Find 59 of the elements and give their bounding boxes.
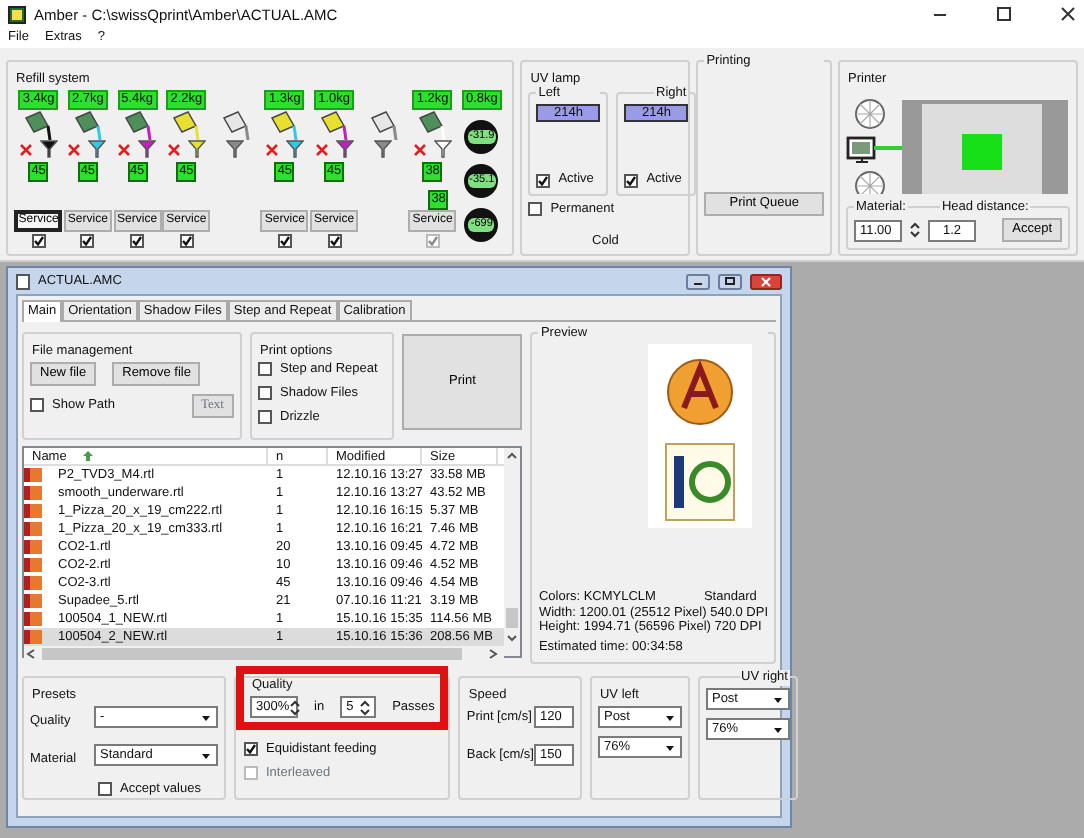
document-icon xyxy=(16,273,30,289)
checkbox[interactable] xyxy=(130,234,145,248)
checkbox[interactable] xyxy=(98,782,112,797)
checkbox[interactable] xyxy=(258,362,272,377)
checkbox[interactable] xyxy=(179,234,194,248)
file-icon xyxy=(24,486,42,501)
checkbox[interactable] xyxy=(528,202,543,217)
spin-arrows-icon[interactable] xyxy=(910,222,920,238)
error-x-icon xyxy=(413,143,426,155)
error-x-icon xyxy=(118,143,131,155)
checkmark-icon xyxy=(181,236,192,246)
checkbox[interactable] xyxy=(327,234,342,248)
error-x-icon xyxy=(167,143,180,155)
file-icon xyxy=(24,558,42,573)
minimize-icon[interactable] xyxy=(686,273,710,289)
error-x-icon xyxy=(265,143,278,155)
restore-icon[interactable] xyxy=(718,273,742,289)
maximize-icon[interactable] xyxy=(996,6,1012,22)
dropdown-caret-icon xyxy=(771,693,784,705)
file-icon xyxy=(24,540,42,555)
checkmark-icon xyxy=(626,175,637,186)
checkbox[interactable] xyxy=(536,173,551,188)
dropdown-caret-icon xyxy=(663,741,676,753)
checkmark-icon xyxy=(132,236,143,246)
checkmark-icon xyxy=(82,236,93,246)
checkbox[interactable] xyxy=(258,386,272,401)
error-x-icon xyxy=(315,143,328,155)
spin-arrows-icon[interactable] xyxy=(289,699,300,715)
checkmark-icon xyxy=(538,175,549,186)
close-icon[interactable] xyxy=(1060,6,1076,22)
file-icon xyxy=(24,612,42,627)
checkbox[interactable] xyxy=(31,234,46,248)
checkmark-icon xyxy=(246,744,256,755)
checkbox[interactable] xyxy=(277,234,292,248)
dropdown-caret-icon xyxy=(200,749,212,761)
checkbox[interactable] xyxy=(258,409,272,424)
file-icon xyxy=(24,504,42,519)
checkbox[interactable] xyxy=(80,234,95,248)
error-x-icon xyxy=(68,143,81,155)
checkmark-icon xyxy=(279,236,290,246)
vertical-scrollbar[interactable] xyxy=(504,448,521,657)
dropdown-caret-icon xyxy=(663,711,676,723)
checkmark-icon xyxy=(329,236,340,246)
file-icon xyxy=(24,630,42,645)
spin-arrows-icon[interactable] xyxy=(360,699,371,715)
dropdown-caret-icon xyxy=(200,711,212,723)
checkbox[interactable] xyxy=(30,398,44,413)
sort-arrow-icon xyxy=(82,450,95,463)
app-icon xyxy=(8,5,26,23)
file-icon xyxy=(24,522,42,537)
file-icon xyxy=(24,576,42,591)
checkbox[interactable] xyxy=(624,173,639,188)
file-icon xyxy=(24,594,42,609)
checkbox[interactable] xyxy=(244,742,258,757)
error-x-icon xyxy=(19,143,32,155)
file-icon xyxy=(24,468,42,483)
checkmark-icon xyxy=(33,236,44,246)
dropdown-caret-icon xyxy=(771,723,784,735)
close-icon[interactable] xyxy=(750,273,782,289)
